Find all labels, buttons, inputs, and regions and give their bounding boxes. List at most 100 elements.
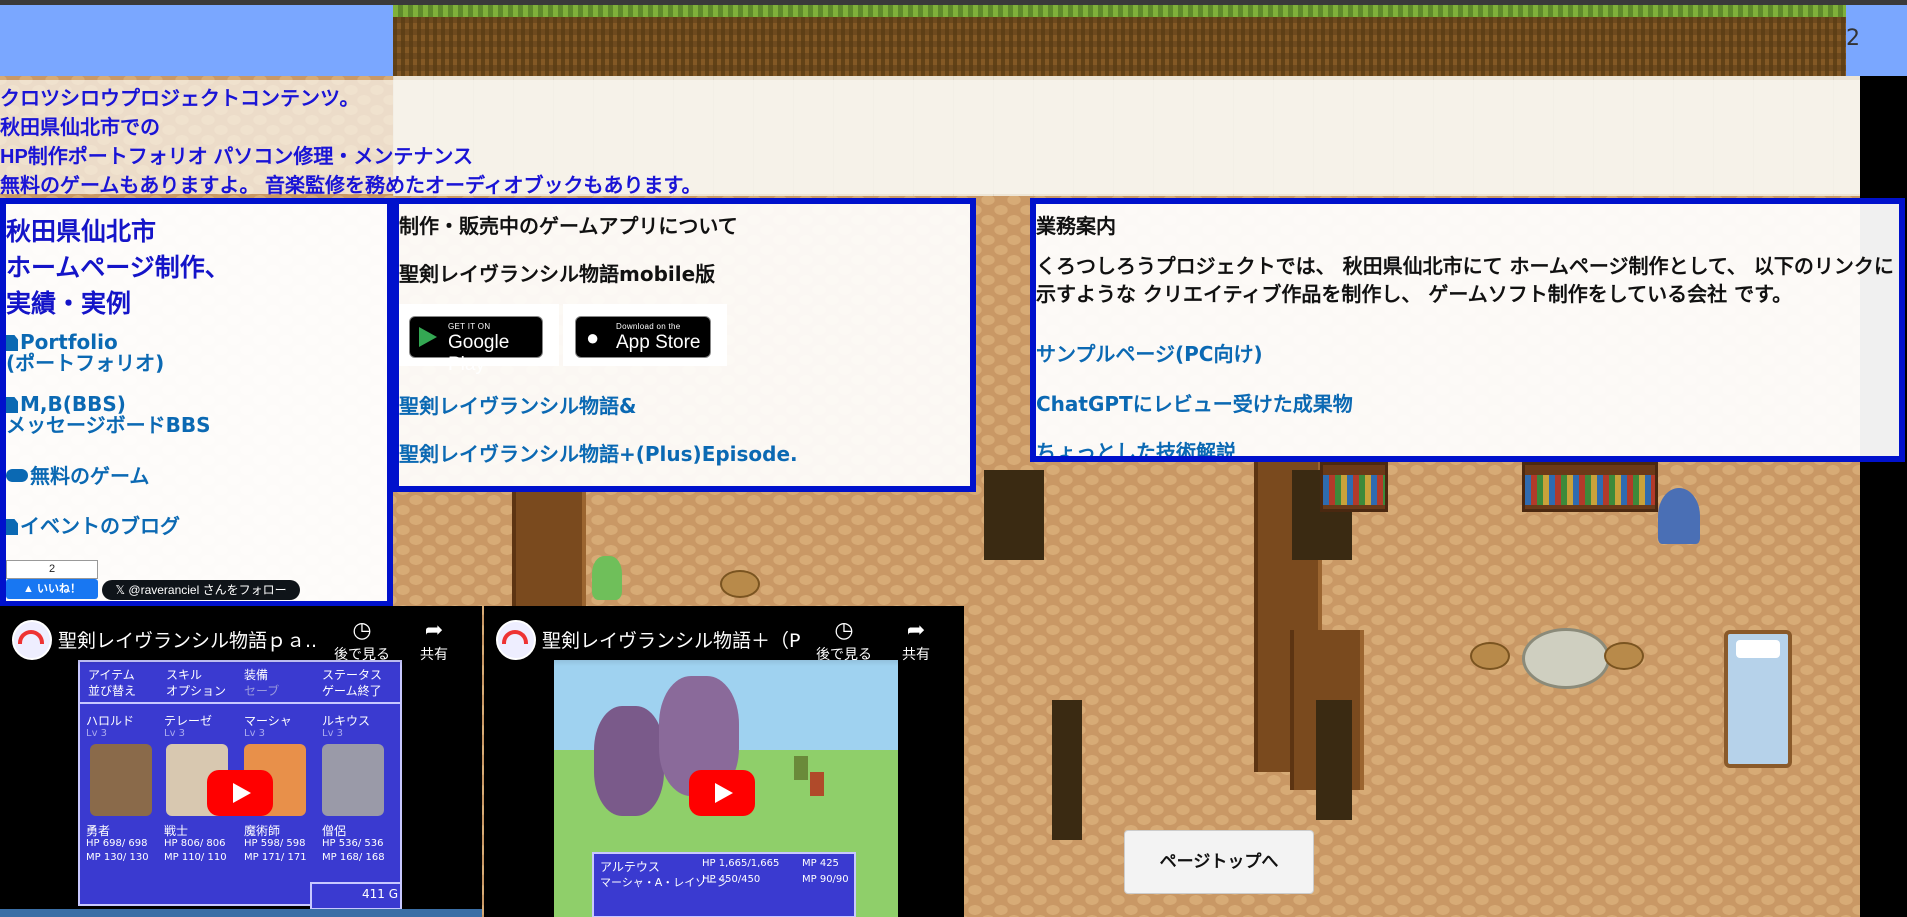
menu-command: スキル	[166, 668, 203, 682]
share-label: 共有	[902, 647, 930, 663]
round-table	[1522, 628, 1610, 689]
share-label: 共有	[420, 647, 448, 663]
badge-big-text: App Store	[616, 332, 701, 353]
top-edge-line	[0, 0, 1907, 5]
panel-title-line: 実績・実例	[6, 289, 132, 318]
party-sprite	[794, 756, 808, 780]
menu-command: ゲーム終了	[322, 684, 382, 698]
chatgpt-review-link[interactable]: ChatGPTにレビュー受けた成果物	[1036, 388, 1353, 417]
member-name: ハロルド	[86, 714, 135, 728]
member-hp: HP 698/ 698	[86, 838, 148, 849]
bookshelf	[1522, 462, 1658, 512]
battle-member-hp: HP 450/450	[702, 874, 761, 885]
intro-line: クロツシロウプロジェクトコンテンツ。	[0, 88, 360, 110]
youtube-embed[interactable]: アイテム スキル 装備 ステータス 並び替え オプション セーブ ゲーム終了 ハ…	[0, 606, 482, 917]
intro-section: クロツシロウプロジェクトコンテンツ。 秋田県仙北市での HP制作ポートフォリオ …	[0, 80, 1860, 197]
stool	[720, 570, 760, 598]
portfolio-link[interactable]: Portfolio (ポートフォリオ)	[6, 332, 164, 374]
app-store-tile: ● Download on the App Store	[563, 304, 727, 366]
google-play-tile: GET IT ON Google Play	[399, 304, 559, 375]
wall-shadow	[984, 470, 1044, 560]
like-button[interactable]: ▲ いいね！	[6, 579, 98, 599]
wall-shadow	[1316, 700, 1352, 820]
like-count: 2	[6, 560, 98, 579]
member-job: 戦士	[164, 824, 189, 838]
hero-portrait	[90, 744, 152, 816]
intro-line: 無料のゲームもありますよ。 音楽監修を務めたオーディオブックもあります。	[0, 175, 702, 197]
business-info-panel: 業務案内 くろつしろうプロジェクトでは、 秋田県仙北市にて ホームページ制作とし…	[1030, 198, 1905, 462]
link-label: イベントのブログ	[20, 514, 180, 538]
clock-icon: ◷	[834, 618, 854, 643]
panel-heading: 業務案内	[1036, 214, 1116, 238]
channel-avatar[interactable]	[496, 620, 536, 660]
play-button[interactable]	[207, 770, 273, 816]
video-title[interactable]: 聖剣レイヴランシル物語ｐａ...	[58, 626, 318, 653]
tech-notes-link[interactable]: ちょっとした技術解説	[1036, 436, 1236, 456]
ogre-enemy	[594, 706, 664, 816]
app-store-badge[interactable]: ● Download on the App Store	[575, 316, 711, 358]
member-job: 勇者	[86, 824, 111, 838]
wall-shadow	[1052, 700, 1082, 840]
panel-heading: 制作・販売中のゲームアプリについて	[399, 214, 738, 238]
stool	[1604, 642, 1644, 670]
watch-later-label: 後で見る	[816, 647, 872, 663]
watch-later-button[interactable]: ◷ 後で見る	[814, 618, 874, 664]
like-label: いいね！	[36, 583, 81, 595]
document-icon	[6, 335, 18, 351]
share-button[interactable]: ➦ 共有	[404, 618, 464, 664]
share-button[interactable]: ➦ 共有	[886, 618, 946, 664]
bed	[1724, 630, 1792, 768]
battle-member-hp: HP 1,665/1,665	[702, 858, 780, 869]
menu-command: オプション	[166, 684, 227, 698]
app-subheading: 聖剣レイヴランシル物語mobile版	[399, 262, 716, 286]
x-logo-icon: 𝕏	[115, 583, 129, 597]
member-level: Lv 3	[244, 728, 266, 739]
member-job: 僧侶	[322, 824, 347, 838]
member-name: テレーゼ	[164, 714, 213, 728]
party-sprite	[810, 772, 824, 796]
bbs-link[interactable]: M,B(BBS) メッセージボードBBS	[6, 394, 211, 436]
member-name: ルキウス	[322, 714, 371, 728]
member-level: Lv 3	[86, 728, 108, 739]
intro-line: 秋田県仙北市での	[0, 117, 160, 139]
panel-title-line: 秋田県仙北市	[6, 217, 157, 246]
corner-number: 2	[1846, 26, 1860, 51]
member-job: 魔術師	[244, 824, 281, 838]
free-games-link[interactable]: 無料のゲーム	[6, 466, 149, 487]
video-title[interactable]: 聖剣レイヴランシル物語＋（Pl...	[542, 626, 800, 653]
member-hp: HP 536/ 536	[322, 838, 384, 849]
battle-member-mp: MP 90/90	[802, 874, 849, 885]
watch-later-button[interactable]: ◷ 後で見る	[332, 618, 392, 664]
taskbar-strip	[0, 909, 482, 917]
twitter-follow-button[interactable]: 𝕏 @raveranciel さんをフォロー	[102, 580, 300, 600]
clock-icon: ◷	[352, 618, 372, 643]
gold-amount: 411 G	[362, 887, 399, 901]
menu-command: ステータス	[322, 668, 383, 682]
grass-edge	[393, 5, 1846, 17]
game-link[interactable]: 聖剣レイヴランシル物語+(Plus)Episode.	[399, 438, 798, 467]
follow-label: @raveranciel さんをフォロー	[128, 583, 287, 597]
channel-avatar[interactable]	[12, 620, 52, 660]
panel-title-line: ホームページ制作、	[6, 253, 230, 282]
menu-command: アイテム	[88, 668, 135, 682]
member-mp: MP 171/ 171	[244, 852, 307, 863]
link-label: 無料のゲーム	[30, 464, 150, 488]
member-level: Lv 3	[164, 728, 186, 739]
youtube-embed[interactable]: アルテウス HP 1,665/1,665 MP 425 マーシャ・A・レイゾーン…	[484, 606, 964, 917]
page-top-button[interactable]: ページトップへ	[1124, 830, 1314, 894]
play-button[interactable]	[689, 770, 755, 816]
sample-page-link[interactable]: サンプルページ(PC向け)	[1036, 338, 1263, 367]
game-link[interactable]: 聖剣レイヴランシル物語&	[399, 390, 636, 419]
google-play-icon	[419, 327, 437, 347]
menu-command: 並び替え	[88, 684, 137, 698]
member-mp: MP 110/ 110	[164, 852, 227, 863]
green-haired-npc	[592, 556, 622, 600]
battle-member-name: アルテウス	[600, 860, 660, 874]
link-label: メッセージボードBBS	[6, 413, 211, 437]
link-label: (ポートフォリオ)	[6, 351, 165, 375]
priest-portrait	[322, 744, 384, 816]
member-name: マーシャ	[244, 714, 292, 728]
google-play-badge[interactable]: GET IT ON Google Play	[409, 316, 543, 375]
facebook-like-widget[interactable]: 2 ▲ いいね！	[6, 560, 98, 599]
event-blog-link[interactable]: イベントのブログ	[6, 516, 180, 537]
